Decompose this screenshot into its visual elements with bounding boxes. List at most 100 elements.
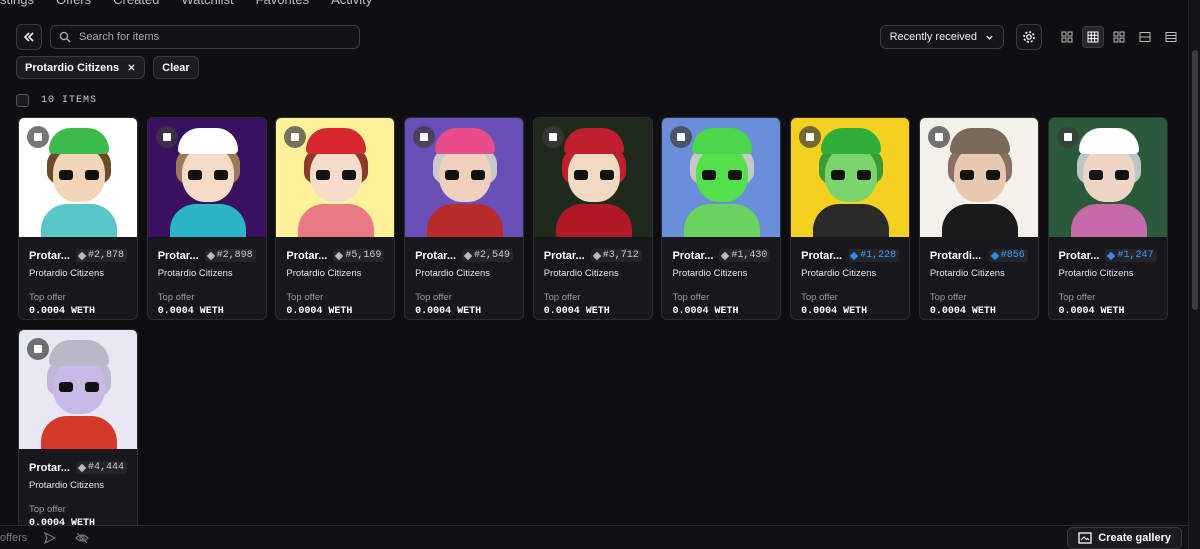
avatar-eyes — [573, 170, 614, 180]
nft-card[interactable]: Protar... #2,549 Protardio Citizens Top … — [404, 117, 525, 320]
profile-tab[interactable]: Created — [113, 0, 159, 7]
collection-name[interactable]: Protardio Citizens — [801, 268, 899, 279]
nft-image[interactable] — [919, 118, 1038, 237]
scrollbar-thumb[interactable] — [1192, 50, 1198, 310]
nft-info: Protar... #2,549 Protardio Citizens Top … — [405, 237, 523, 317]
token-badge: #3,712 — [590, 249, 642, 262]
view-grid-small-button[interactable] — [1108, 26, 1130, 48]
avatar-eyes — [831, 170, 872, 180]
bottom-action-bar: offers Create gallery — [0, 525, 1188, 549]
top-offer-value: 0.0004 WETH — [286, 306, 353, 317]
token-badge: #2,878 — [75, 249, 127, 262]
nft-card[interactable]: Protardi... #856 Protardio Citizens Top … — [918, 117, 1039, 320]
nft-card[interactable]: Protar... #1,228 Protardio Citizens Top … — [790, 117, 911, 320]
nft-card[interactable]: Protar... #3,712 Protardio Citizens Top … — [532, 117, 653, 320]
nft-card[interactable]: Protar... #4,444 Protardio Citizens Top … — [18, 329, 138, 532]
table-icon — [1165, 32, 1177, 42]
collection-name[interactable]: Protardio Citizens — [672, 268, 770, 279]
clear-filters-button[interactable]: Clear — [153, 56, 199, 79]
token-badge: #5,169 — [333, 249, 385, 262]
token-id: #1,430 — [731, 250, 768, 261]
search-input[interactable] — [79, 31, 339, 43]
select-checkbox[interactable] — [413, 126, 436, 148]
page-scrollbar[interactable] — [1188, 0, 1200, 549]
offers-label[interactable]: offers — [0, 532, 27, 544]
diamond-icon — [1107, 251, 1116, 260]
select-checkbox[interactable] — [799, 126, 822, 148]
collection-name[interactable]: Protardio Citizens — [930, 268, 1028, 279]
send-button[interactable] — [41, 529, 59, 547]
nft-image[interactable] — [1048, 118, 1167, 237]
view-grid-medium-button[interactable] — [1082, 26, 1104, 48]
select-checkbox[interactable] — [155, 126, 178, 148]
gallery-icon — [1078, 531, 1092, 544]
select-checkbox[interactable] — [927, 126, 950, 148]
filter-chip[interactable]: Protardio Citizens — [16, 56, 146, 79]
profile-tab[interactable]: Activity — [331, 0, 372, 7]
close-icon[interactable] — [127, 63, 136, 72]
avatar-eyes — [316, 170, 357, 180]
avatar-eyes — [702, 170, 743, 180]
active-filters: Protardio Citizens Clear — [16, 56, 199, 79]
top-offer-value: 0.0004 WETH — [157, 306, 224, 317]
search-box[interactable] — [50, 25, 360, 49]
select-checkbox[interactable] — [541, 126, 564, 148]
nft-image[interactable] — [405, 118, 524, 237]
nft-info: Protar... #1,430 Protardio Citizens Top … — [662, 237, 780, 317]
create-gallery-button[interactable]: Create gallery — [1067, 526, 1182, 549]
sort-dropdown[interactable]: Recently received — [879, 25, 1004, 49]
avatar-body — [298, 204, 375, 237]
nft-info: Protar... #5,169 Protardio Citizens Top … — [276, 237, 394, 317]
avatar-eyes — [445, 170, 486, 180]
select-checkbox[interactable] — [27, 126, 49, 148]
collapse-sidebar-button[interactable] — [16, 24, 42, 50]
nft-name: Protar... — [801, 249, 843, 262]
collection-name[interactable]: Protardio Citizens — [1059, 268, 1157, 279]
select-checkbox[interactable] — [670, 126, 693, 148]
nft-image[interactable] — [662, 118, 781, 237]
nft-card[interactable]: Protar... #5,169 Protardio Citizens Top … — [275, 117, 396, 320]
avatar-cap — [692, 128, 753, 154]
profile-tab[interactable]: Offers — [56, 0, 91, 7]
settings-button[interactable] — [1016, 24, 1042, 50]
nft-image[interactable] — [791, 118, 910, 237]
profile-tab[interactable]: Favorites — [256, 0, 309, 7]
collection-name[interactable]: Protardio Citizens — [29, 268, 127, 279]
collection-name[interactable]: Protardio Citizens — [286, 268, 384, 279]
avatar-cap — [563, 128, 624, 154]
view-table-button[interactable] — [1160, 26, 1182, 48]
nft-image[interactable] — [276, 118, 395, 237]
top-offer-label: Top offer — [1058, 292, 1096, 303]
clear-filters-label: Clear — [162, 61, 190, 74]
nft-card[interactable]: Protar... #2,898 Protardio Citizens Top … — [146, 117, 267, 320]
nft-image[interactable] — [19, 330, 137, 449]
nft-card[interactable]: Protar... #2,878 Protardio Citizens Top … — [18, 117, 138, 320]
nft-image[interactable] — [533, 118, 652, 237]
nft-name: Protardi... — [929, 249, 982, 262]
create-gallery-label: Create gallery — [1098, 531, 1171, 544]
nft-image[interactable] — [19, 118, 137, 237]
collection-name[interactable]: Protardio Citizens — [544, 268, 642, 279]
top-offer-value: 0.0004 WETH — [801, 306, 868, 317]
collection-name[interactable]: Protardio Citizens — [158, 268, 256, 279]
top-offer-label: Top offer — [929, 292, 967, 303]
view-grid-large-button[interactable] — [1056, 26, 1078, 48]
view-list-button[interactable] — [1134, 26, 1156, 48]
grid-medium-icon — [1087, 31, 1099, 43]
select-all-checkbox[interactable] — [16, 94, 29, 107]
grid-small-icon — [1113, 31, 1125, 43]
collection-name[interactable]: Protardio Citizens — [29, 480, 127, 491]
select-checkbox[interactable] — [27, 338, 49, 360]
profile-tab[interactable]: Watchlist — [181, 0, 233, 7]
profile-tab[interactable]: stings — [0, 0, 34, 7]
nft-card[interactable]: Protar... #1,247 Protardio Citizens Top … — [1047, 117, 1168, 320]
nft-image[interactable] — [147, 118, 266, 237]
nft-card[interactable]: Protar... #1,430 Protardio Citizens Top … — [661, 117, 782, 320]
avatar-cap — [435, 128, 496, 154]
collection-name[interactable]: Protardio Citizens — [415, 268, 513, 279]
select-checkbox[interactable] — [1056, 126, 1079, 148]
select-checkbox[interactable] — [284, 126, 307, 148]
token-badge: #2,898 — [204, 249, 256, 262]
hide-button[interactable] — [73, 529, 91, 547]
chevron-down-icon — [986, 35, 993, 40]
